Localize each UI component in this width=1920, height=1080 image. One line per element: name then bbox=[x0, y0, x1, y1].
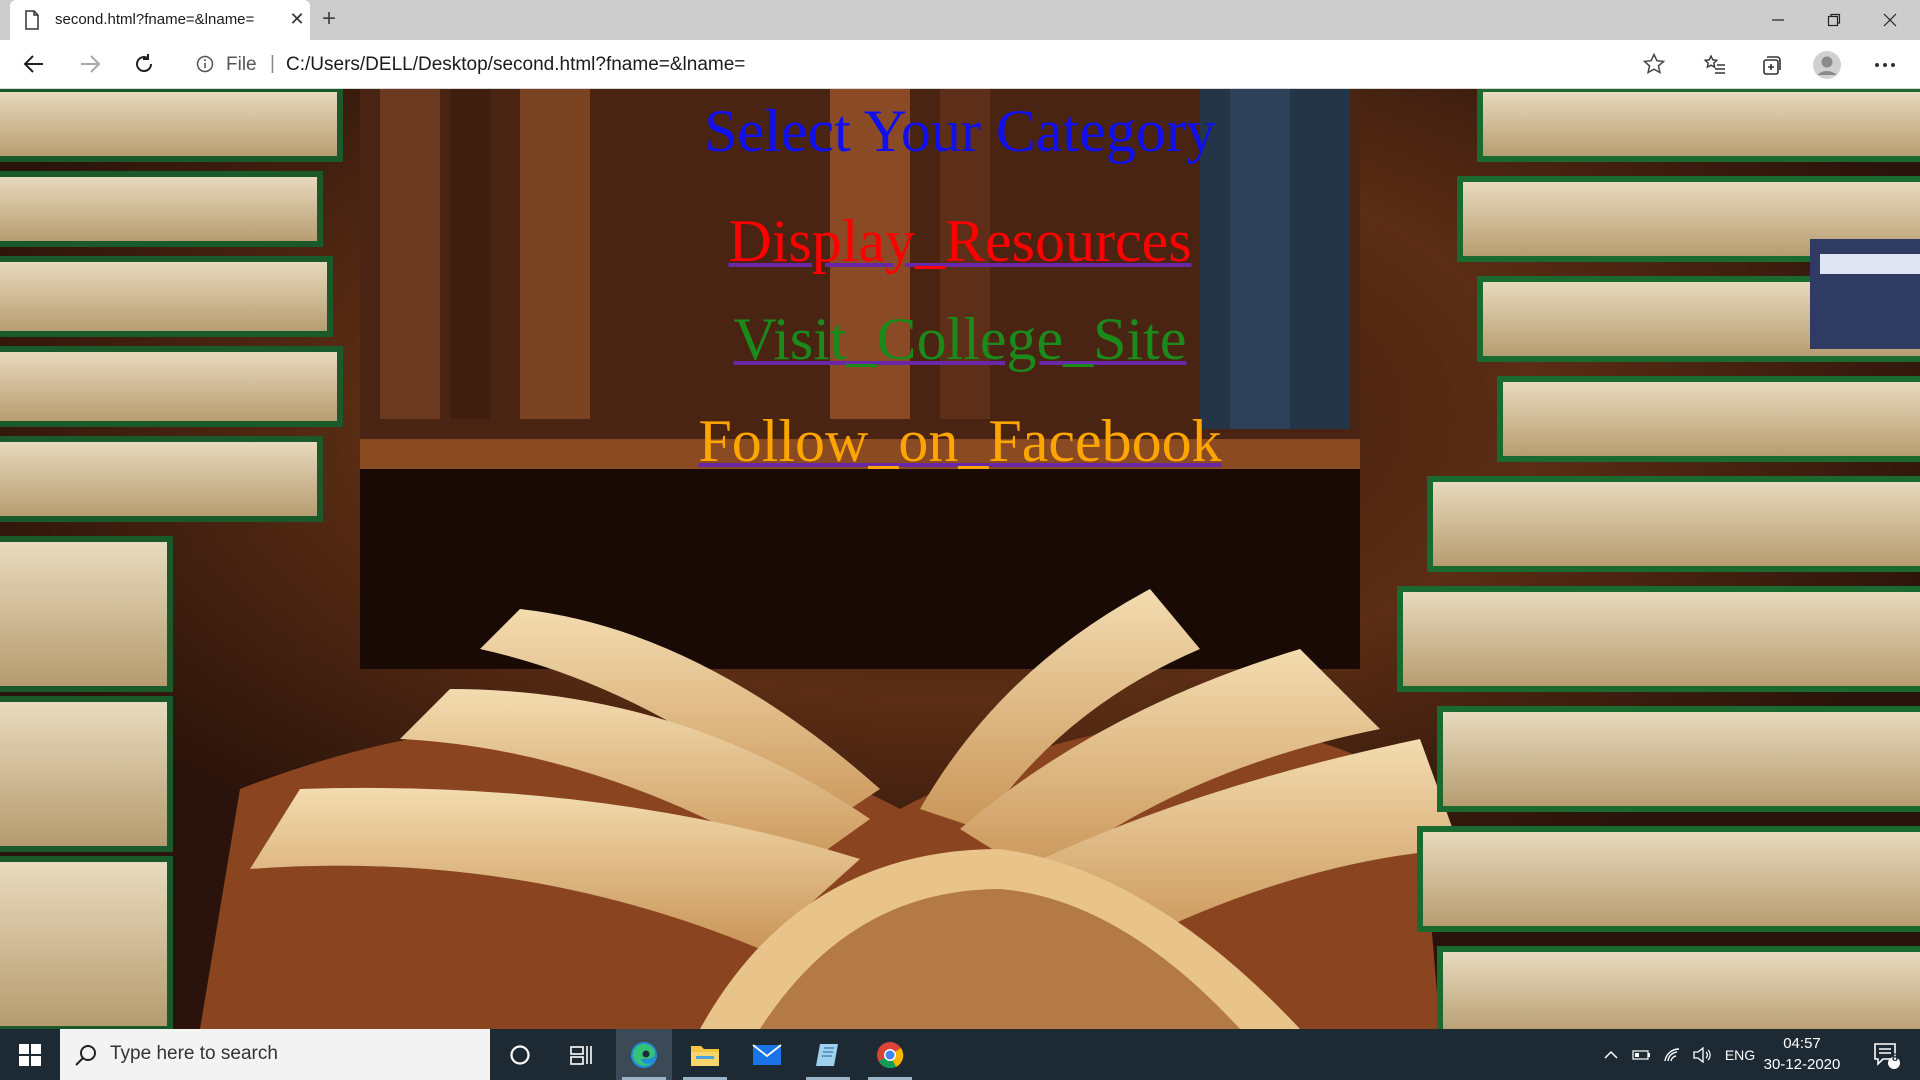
chrome-button[interactable] bbox=[862, 1029, 918, 1080]
back-button[interactable] bbox=[16, 48, 52, 80]
tab-title: second.html?fname=&lname= bbox=[55, 11, 255, 28]
address-separator: | bbox=[270, 53, 275, 74]
close-window-button[interactable] bbox=[1862, 0, 1918, 40]
mail-envelope-icon bbox=[752, 1043, 782, 1065]
notification-count-badge: 8 bbox=[1892, 1052, 1899, 1064]
file-explorer-button[interactable] bbox=[677, 1029, 733, 1080]
search-icon bbox=[75, 1045, 96, 1066]
new-tab-button[interactable]: + bbox=[314, 6, 344, 34]
speaker-icon bbox=[1693, 1046, 1711, 1063]
edge-browser-icon bbox=[631, 1041, 657, 1068]
follow-on-facebook-link[interactable]: Follow_on_Facebook bbox=[0, 407, 1920, 476]
windows-taskbar: Type here to search ENG 04:57 30-12-2020… bbox=[0, 1029, 1920, 1080]
mail-button[interactable] bbox=[739, 1029, 795, 1080]
navigation-bar: File | C:/Users/DELL/Desktop/second.html… bbox=[0, 40, 1920, 89]
restore-icon bbox=[1827, 13, 1841, 27]
display-resources-label[interactable]: Display_Resources bbox=[728, 208, 1191, 274]
battery-button[interactable] bbox=[1627, 1029, 1657, 1080]
notepad-app-button[interactable] bbox=[800, 1029, 856, 1080]
site-info-icon[interactable] bbox=[196, 55, 214, 73]
folder-icon bbox=[691, 1045, 719, 1066]
clock-time: 04:57 bbox=[1783, 1035, 1821, 1052]
edge-taskbar-button[interactable] bbox=[616, 1029, 672, 1080]
network-button[interactable] bbox=[1657, 1029, 1687, 1080]
action-center-button[interactable]: 8 bbox=[1862, 1029, 1910, 1080]
forward-button[interactable] bbox=[72, 48, 108, 80]
chrome-icon bbox=[877, 1041, 904, 1068]
refresh-button[interactable] bbox=[126, 48, 162, 80]
forward-arrow-icon bbox=[81, 55, 101, 73]
wifi-icon bbox=[1664, 1047, 1680, 1061]
collections-icon bbox=[1763, 56, 1781, 75]
start-button[interactable] bbox=[0, 1029, 60, 1080]
clock-date: 30-12-2020 bbox=[1763, 1056, 1841, 1073]
page-icon bbox=[25, 10, 39, 30]
url-text[interactable]: C:/Users/DELL/Desktop/second.html?fname=… bbox=[286, 54, 745, 76]
favorites-list-icon bbox=[1703, 54, 1725, 74]
follow-on-facebook-label[interactable]: Follow_on_Facebook bbox=[698, 408, 1221, 474]
settings-more-button[interactable] bbox=[1870, 50, 1900, 80]
taskbar-clock[interactable]: 04:57 30-12-2020 bbox=[1762, 1033, 1842, 1075]
taskbar-search-box[interactable]: Type here to search bbox=[60, 1029, 490, 1080]
collections-button[interactable] bbox=[1756, 50, 1786, 80]
chevron-up-icon bbox=[1604, 1050, 1618, 1059]
cortana-circle-icon bbox=[510, 1044, 530, 1065]
display-resources-link[interactable]: Display_Resources bbox=[0, 207, 1920, 276]
visit-college-site-link[interactable]: Visit_College_Site bbox=[0, 305, 1920, 374]
tab-close-icon[interactable]: ✕ bbox=[286, 8, 308, 30]
back-arrow-icon bbox=[23, 55, 43, 73]
task-view-icon bbox=[570, 1045, 592, 1065]
show-hidden-icons-button[interactable] bbox=[1596, 1029, 1626, 1080]
volume-button[interactable] bbox=[1687, 1029, 1717, 1080]
minimize-button[interactable] bbox=[1750, 0, 1806, 40]
close-icon bbox=[1883, 13, 1897, 27]
cortana-button[interactable] bbox=[492, 1029, 548, 1080]
profile-button[interactable] bbox=[1812, 50, 1842, 80]
task-view-button[interactable] bbox=[553, 1029, 609, 1080]
address-bar[interactable]: File | C:/Users/DELL/Desktop/second.html… bbox=[180, 45, 1680, 83]
minimize-icon bbox=[1772, 19, 1784, 21]
battery-icon bbox=[1632, 1049, 1650, 1060]
favorite-star-icon[interactable] bbox=[1642, 52, 1666, 76]
page-viewport: Select Your Category Display_Resources V… bbox=[0, 89, 1920, 1029]
restore-button[interactable] bbox=[1806, 0, 1862, 40]
tab-strip: second.html?fname=&lname= ✕ + bbox=[0, 0, 1920, 40]
search-placeholder: Type here to search bbox=[110, 1043, 278, 1064]
favorites-button[interactable] bbox=[1700, 50, 1730, 80]
windows-logo-icon bbox=[19, 1043, 41, 1066]
page-heading: Select Your Category bbox=[704, 98, 1216, 164]
more-dots-icon bbox=[1875, 63, 1895, 67]
refresh-icon bbox=[136, 54, 153, 73]
browser-tab[interactable]: second.html?fname=&lname= ✕ bbox=[10, 0, 310, 40]
visit-college-site-label[interactable]: Visit_College_Site bbox=[733, 306, 1186, 372]
avatar-icon bbox=[1813, 51, 1841, 79]
notepad-app-icon bbox=[816, 1043, 838, 1066]
scheme-label: File bbox=[226, 54, 257, 75]
input-language-indicator[interactable]: ENG bbox=[1720, 1029, 1760, 1080]
